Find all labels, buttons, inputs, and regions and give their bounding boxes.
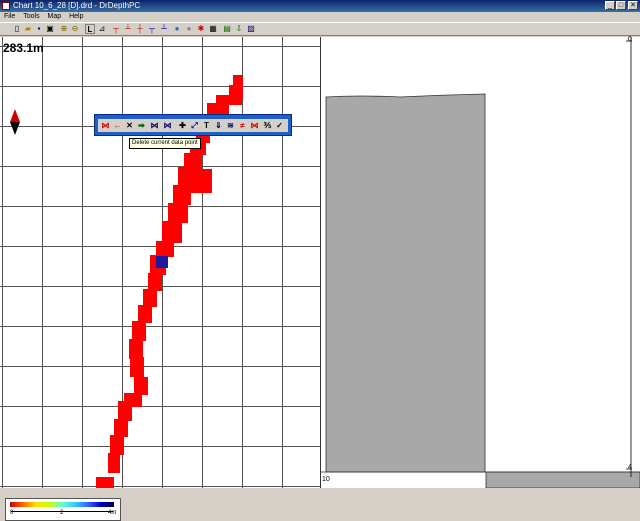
maximize-button[interactable]: □ bbox=[616, 1, 626, 10]
depth-profile bbox=[320, 37, 640, 488]
profile-fill bbox=[325, 93, 486, 473]
depth-color-scale: 0 2 4m bbox=[5, 498, 121, 521]
line-marker-icon[interactable]: ┼ bbox=[135, 24, 145, 34]
route-icon[interactable]: ┬ bbox=[147, 24, 157, 34]
menu-bar: File Tools Map Help bbox=[0, 12, 640, 22]
close-button[interactable]: ✕ bbox=[628, 1, 638, 10]
tooltip: Delete current data point bbox=[129, 138, 201, 149]
import-icon[interactable]: ⇩ bbox=[234, 24, 244, 34]
menu-map[interactable]: Map bbox=[48, 13, 62, 20]
first-point-button[interactable]: ⋈ bbox=[100, 120, 111, 131]
line-icon[interactable]: ┴ bbox=[123, 24, 133, 34]
minimize-button[interactable]: _ bbox=[605, 1, 615, 10]
menu-help[interactable]: Help bbox=[69, 13, 83, 20]
profile-fill-bottom bbox=[485, 471, 640, 488]
select-icon[interactable]: L bbox=[85, 24, 95, 34]
marker-icon[interactable]: ⊿ bbox=[97, 24, 107, 34]
depth-icon[interactable]: ┬ bbox=[111, 24, 121, 34]
accept-button[interactable]: ✓ bbox=[274, 120, 285, 131]
prev-point-button[interactable]: ← bbox=[112, 120, 123, 131]
data-point-toolbar: ⋈ ← ✕ ➡ ⋈ ⋈ ✚ ⤢ T ⇓ ≋ ≠ ⋈ ⅗ ✓ bbox=[94, 114, 292, 136]
save-icon[interactable]: ▪ bbox=[34, 24, 44, 34]
last-point-button[interactable]: ⋈ bbox=[149, 120, 160, 131]
export-data-icon[interactable]: ▧ bbox=[246, 24, 256, 34]
x-axis-label: 10 bbox=[322, 476, 330, 483]
smooth-button[interactable]: ≋ bbox=[225, 120, 236, 131]
delete-point-button[interactable]: ✕ bbox=[124, 120, 135, 131]
text-button[interactable]: T bbox=[201, 120, 212, 131]
layers-icon[interactable]: ▦ bbox=[208, 24, 218, 34]
split-button[interactable]: ⋈ bbox=[162, 120, 173, 131]
chart-canvas[interactable]: 283.1m 0 2 4m 0 4 10 bbox=[0, 36, 640, 521]
grid-icon[interactable]: ● bbox=[184, 24, 194, 34]
menu-file[interactable]: File bbox=[4, 13, 15, 20]
remove-range-button[interactable]: ⋈ bbox=[249, 120, 260, 131]
track-segments bbox=[96, 75, 243, 488]
depth-top-label: 0 bbox=[628, 36, 632, 43]
menu-tools[interactable]: Tools bbox=[23, 13, 39, 20]
title-bar: Chart 10_6_28 [D].drd - DrDepthPC _ □ ✕ bbox=[0, 0, 640, 12]
data-toolbar-buttons: ⋈ ← ✕ ➡ ⋈ ⋈ ✚ ⤢ T ⇓ ≋ ≠ ⋈ ⅗ ✓ bbox=[98, 119, 288, 132]
scale-label-4: 4m bbox=[108, 510, 117, 516]
waypoint-icon[interactable]: ┴ bbox=[159, 24, 169, 34]
settings-icon[interactable]: ● bbox=[172, 24, 182, 34]
track-icon[interactable]: ✱ bbox=[196, 24, 206, 34]
depth-bottom-label: 4 bbox=[628, 464, 632, 471]
depth-track bbox=[96, 75, 243, 488]
scale-label-2: 2 bbox=[60, 510, 64, 516]
depth-down-button[interactable]: ⇓ bbox=[213, 120, 224, 131]
zoom-in-icon[interactable]: ⊕ bbox=[59, 24, 69, 34]
main-toolbar: ▯ ▰ ▪ ▣ ⊕ ⊖ L ⊿ ┬ ┴ ┼ ┬ ┴ ● ● ✱ ▦ ▤ ⇩ ▧ bbox=[0, 22, 640, 36]
add-point-button[interactable]: ✚ bbox=[177, 120, 188, 131]
move-point-button[interactable]: ⤢ bbox=[189, 120, 200, 131]
current-data-point bbox=[156, 256, 168, 268]
export-icon[interactable]: ▣ bbox=[45, 24, 55, 34]
filter-button[interactable]: ≠ bbox=[237, 120, 248, 131]
next-point-button[interactable]: ➡ bbox=[136, 120, 147, 131]
new-icon[interactable]: ▯ bbox=[12, 24, 22, 34]
window-title: Chart 10_6_28 [D].drd - DrDepthPC bbox=[13, 1, 141, 10]
chart-icon[interactable]: ▤ bbox=[222, 24, 232, 34]
fraction-button[interactable]: ⅗ bbox=[262, 120, 273, 131]
app-icon bbox=[2, 2, 10, 10]
scale-label-0: 0 bbox=[10, 510, 14, 516]
color-gradient bbox=[10, 502, 114, 507]
open-icon[interactable]: ▰ bbox=[23, 24, 33, 34]
zoom-out-icon[interactable]: ⊖ bbox=[70, 24, 80, 34]
